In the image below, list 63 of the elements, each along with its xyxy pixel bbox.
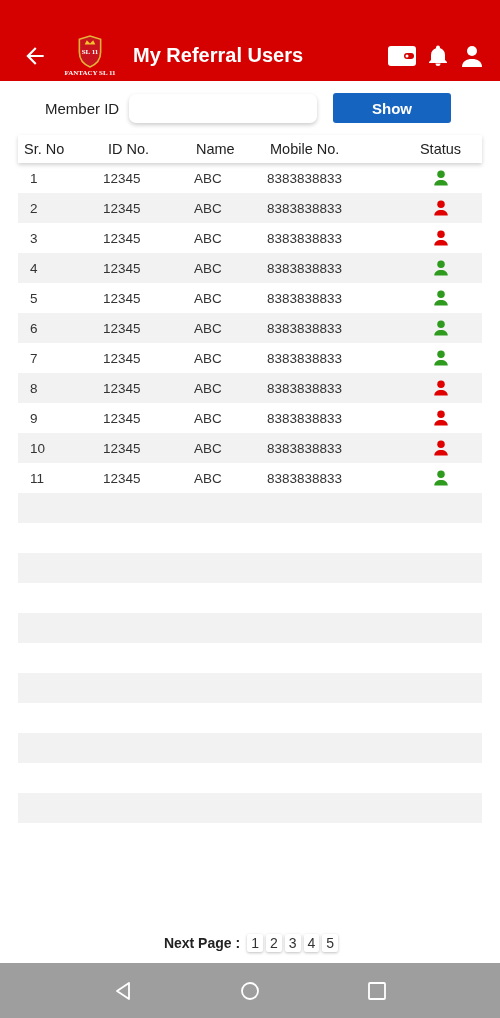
table-cell-text: 6 xyxy=(29,320,39,336)
page-title: My Referral Users xyxy=(133,44,305,67)
table-cell-text: 1 xyxy=(29,170,39,186)
shield-icon xyxy=(77,34,103,68)
table-cell-text: ABC xyxy=(193,320,223,336)
recents-icon[interactable] xyxy=(365,979,388,1002)
table-cell-text: ABC xyxy=(193,410,223,426)
column-header: Sr. No xyxy=(23,141,66,157)
table-cell-text: 3 xyxy=(29,230,39,246)
table-cell-text: ABC xyxy=(193,170,223,186)
column-header: Name xyxy=(195,141,236,157)
member-id-field[interactable] xyxy=(129,93,317,123)
table-cell-text: 12345 xyxy=(102,470,142,486)
table-cell-text: 8383838833 xyxy=(266,440,344,456)
table-cell-text: 8383838833 xyxy=(266,320,344,336)
page-button[interactable]: 2 xyxy=(265,934,282,952)
table-cell-text: ABC xyxy=(193,290,223,306)
table-cell-text: 8 xyxy=(29,380,39,396)
table-cell-text: 12345 xyxy=(102,440,142,456)
table-cell-text: 4 xyxy=(29,260,39,276)
table-cell-text: ABC xyxy=(193,350,223,366)
table-cell-text: 8383838833 xyxy=(266,410,344,426)
table-cell-text: 12345 xyxy=(102,350,142,366)
page-button[interactable]: 4 xyxy=(303,934,320,952)
table-cell-text: 12345 xyxy=(102,230,142,246)
table-cell-text: 2 xyxy=(29,200,39,216)
table-cell-text: 8383838833 xyxy=(266,350,344,366)
table-cell-text: 12345 xyxy=(102,290,142,306)
table-cell-text: 8383838833 xyxy=(266,200,344,216)
table-cell-text: 11 xyxy=(29,470,45,486)
pagination-label: Next Page : xyxy=(163,935,241,951)
table-cell-text: 12345 xyxy=(102,170,142,186)
table-cell-text: 5 xyxy=(29,290,39,306)
table-cell-text: ABC xyxy=(193,380,223,396)
page-button[interactable]: 1 xyxy=(247,934,263,952)
wallet-icon[interactable] xyxy=(388,43,416,68)
table-cell-text: 12345 xyxy=(102,410,142,426)
table-cell-text: ABC xyxy=(193,200,223,216)
table-cell-text: 12345 xyxy=(102,320,142,336)
table-cell-text: ABC xyxy=(193,470,223,486)
page-button[interactable]: 5 xyxy=(322,934,339,952)
field-label: Member ID xyxy=(45,99,121,117)
column-header: Status xyxy=(418,141,463,157)
table-cell-text: 7 xyxy=(29,350,39,366)
table-cell-text: 8383838833 xyxy=(266,230,344,246)
table-cell-text: ABC xyxy=(193,260,223,276)
table-cell-text: 12345 xyxy=(102,260,142,276)
home-icon[interactable] xyxy=(239,979,261,1002)
table-cell-text: ABC xyxy=(193,440,223,456)
table-cell-text: 12345 xyxy=(102,380,142,396)
page-button[interactable]: 3 xyxy=(284,934,301,952)
table-cell-text: ABC xyxy=(193,230,223,246)
column-header: ID No. xyxy=(107,141,151,157)
table-cell-text: 8383838833 xyxy=(266,380,344,396)
table-cell-text: 12345 xyxy=(102,200,142,216)
table-cell-text: 9 xyxy=(29,410,39,426)
column-header: Mobile No. xyxy=(269,141,341,157)
table-cell-text: 8383838833 xyxy=(266,470,344,486)
show-button[interactable]: Show xyxy=(333,93,451,123)
table-cell-text: 8383838833 xyxy=(266,290,344,306)
table-cell-text: 8383838833 xyxy=(266,170,344,186)
table-cell-text: 8383838833 xyxy=(266,260,344,276)
table-cell-text: 10 xyxy=(29,440,47,456)
